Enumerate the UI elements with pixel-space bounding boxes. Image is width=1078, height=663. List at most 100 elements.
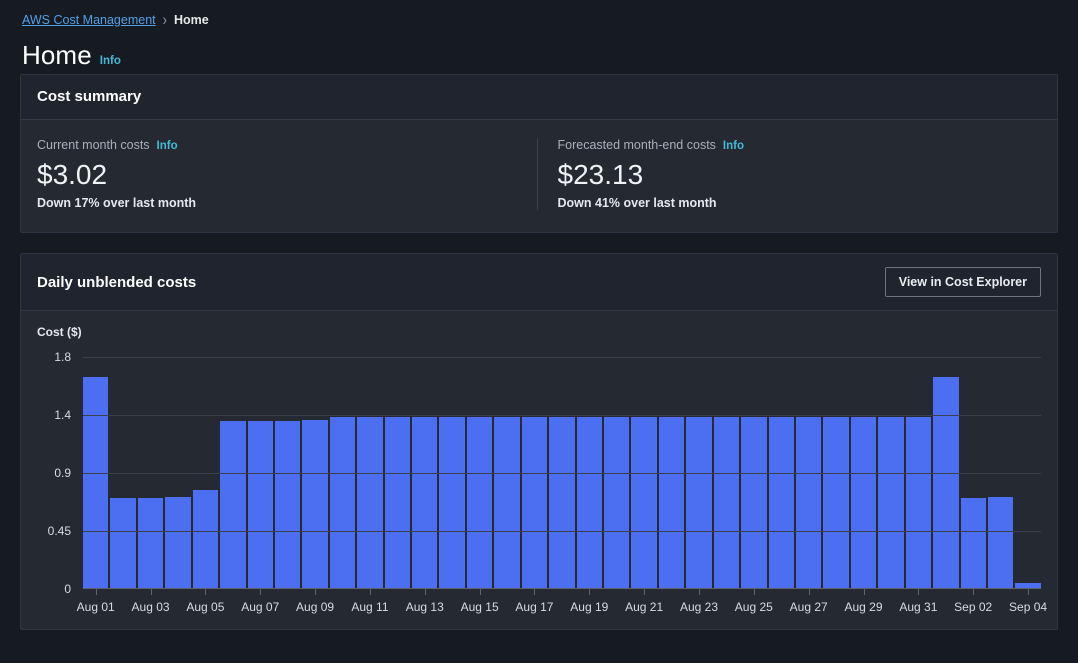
bar[interactable] bbox=[713, 416, 740, 589]
bar[interactable] bbox=[137, 497, 164, 589]
x-axis-tick-label: Aug 17 bbox=[515, 600, 554, 615]
x-axis-label-slot: Aug 25 bbox=[735, 600, 773, 616]
x-axis-tick-label: Aug 13 bbox=[405, 600, 444, 615]
y-axis-tick-label: 1.4 bbox=[54, 408, 71, 423]
bar[interactable] bbox=[631, 416, 657, 589]
x-axis-tick bbox=[522, 589, 547, 596]
bar[interactable] bbox=[302, 420, 328, 589]
bar[interactable] bbox=[384, 416, 411, 589]
x-axis-tick-label: Sep 02 bbox=[954, 600, 993, 615]
bar[interactable] bbox=[878, 416, 904, 589]
x-axis-tick bbox=[110, 589, 135, 595]
bar[interactable] bbox=[549, 416, 575, 589]
bar[interactable] bbox=[110, 497, 136, 589]
daily-unblended-costs-card: Daily unblended costs View in Cost Explo… bbox=[20, 253, 1058, 631]
x-axis-tick bbox=[604, 589, 629, 595]
x-axis-tick-label: Aug 31 bbox=[899, 600, 938, 615]
x-axis-label-slot: Aug 01 bbox=[77, 600, 115, 616]
x-axis-tick-label: Aug 27 bbox=[789, 600, 828, 615]
x-axis-label-slot: Aug 29 bbox=[844, 600, 882, 616]
x-axis-label-slot: Sep 04 bbox=[1009, 600, 1047, 616]
x-axis-tick bbox=[275, 589, 300, 595]
plot-canvas bbox=[83, 357, 1041, 590]
daily-chart-header: Daily unblended costs View in Cost Explo… bbox=[21, 254, 1057, 312]
bar[interactable] bbox=[220, 421, 246, 589]
breadcrumb-link-aws-cost-management[interactable]: AWS Cost Management bbox=[22, 13, 156, 27]
bar[interactable] bbox=[494, 416, 520, 589]
gridline bbox=[83, 531, 1041, 533]
x-axis-tick-label: Aug 01 bbox=[76, 600, 115, 615]
page-root: AWS Cost Management › Home Home Info Cos… bbox=[0, 0, 1078, 663]
bar[interactable] bbox=[83, 376, 109, 589]
bar[interactable] bbox=[165, 496, 191, 589]
bar[interactable] bbox=[357, 416, 383, 589]
x-axis-label-slot: Aug 13 bbox=[406, 600, 444, 616]
bar[interactable] bbox=[412, 416, 438, 589]
x-axis-tick bbox=[1015, 589, 1040, 596]
x-axis-tick bbox=[412, 589, 437, 596]
cost-summary-card: Cost summary Current month costs Info $3… bbox=[20, 74, 1058, 234]
x-axis-tick bbox=[906, 589, 931, 596]
x-axis-tick bbox=[714, 589, 739, 595]
bar[interactable] bbox=[960, 497, 986, 589]
x-axis-label-slot: Sep 02 bbox=[954, 600, 992, 616]
daily-chart-title: Daily unblended costs bbox=[37, 273, 197, 291]
daily-chart-body: Cost ($) 0 0.45 0.9 1.4 1.8 Aug 01 Aug 03 Aug … bbox=[21, 311, 1057, 629]
breadcrumb: AWS Cost Management › Home bbox=[0, 0, 1078, 30]
current-month-costs-info-link[interactable]: Info bbox=[157, 140, 178, 152]
bar[interactable] bbox=[741, 416, 767, 589]
forecasted-costs-info-link[interactable]: Info bbox=[723, 140, 744, 152]
x-axis-tick-label: Sep 04 bbox=[1009, 600, 1048, 615]
cost-summary-body: Current month costs Info $3.02 Down 17% … bbox=[21, 120, 1057, 232]
x-axis-tick bbox=[549, 589, 574, 595]
x-axis-label-slot: Aug 27 bbox=[790, 600, 828, 616]
x-axis-tick bbox=[823, 589, 848, 595]
bar[interactable] bbox=[521, 416, 548, 589]
x-axis-tick-label: Aug 09 bbox=[296, 600, 335, 615]
bar[interactable] bbox=[274, 421, 301, 589]
x-axis-labels: Aug 01 Aug 03 Aug 05 Aug 07 Aug 09 Aug 11 Aug … bbox=[77, 600, 1047, 616]
x-axis-tick bbox=[769, 589, 794, 595]
bar[interactable] bbox=[795, 416, 822, 589]
bar[interactable] bbox=[439, 416, 465, 589]
x-axis-tick-label: Aug 03 bbox=[131, 600, 170, 615]
chart-plot-area: 0 0.45 0.9 1.4 1.8 Aug 01 Aug 03 Aug 05 Aug 07 A… bbox=[37, 350, 1047, 619]
x-axis-label-slot: Aug 23 bbox=[680, 600, 718, 616]
bar[interactable] bbox=[247, 421, 273, 589]
forecasted-costs-value: $23.13 bbox=[557, 159, 644, 190]
x-axis-label-slot: Aug 09 bbox=[296, 600, 334, 616]
bar[interactable] bbox=[823, 416, 849, 589]
forecasted-month-end-costs-block: Forecasted month-end costs Info $23.13 D… bbox=[536, 138, 1058, 211]
bar[interactable] bbox=[658, 416, 685, 589]
view-in-cost-explorer-button[interactable]: View in Cost Explorer bbox=[884, 267, 1041, 298]
x-axis-tick bbox=[467, 589, 492, 596]
x-axis-tick-label: Aug 05 bbox=[186, 600, 225, 615]
x-axis-tick bbox=[961, 589, 986, 596]
x-axis-tick bbox=[659, 589, 684, 595]
bar[interactable] bbox=[1015, 583, 1041, 589]
bar[interactable] bbox=[604, 416, 630, 589]
x-axis-tick bbox=[83, 589, 108, 596]
bar[interactable] bbox=[987, 496, 1014, 589]
bar[interactable] bbox=[850, 416, 877, 589]
x-axis-tick bbox=[385, 589, 410, 595]
x-axis-tick bbox=[796, 589, 821, 596]
bar[interactable] bbox=[466, 416, 493, 589]
bar[interactable] bbox=[686, 416, 712, 589]
x-axis-tick-label: Aug 19 bbox=[570, 600, 609, 615]
bar[interactable] bbox=[192, 490, 219, 589]
forecasted-costs-label: Forecasted month-end costs bbox=[557, 138, 716, 152]
current-month-costs-block: Current month costs Info $3.02 Down 17% … bbox=[21, 138, 537, 210]
bar[interactable] bbox=[905, 416, 932, 589]
y-axis-tick-label: 1.8 bbox=[54, 350, 71, 365]
bar[interactable] bbox=[768, 416, 794, 589]
x-axis-label-slot: Aug 31 bbox=[899, 600, 937, 616]
x-axis-tick bbox=[494, 589, 519, 595]
page-info-link[interactable]: Info bbox=[100, 55, 121, 67]
y-axis-tick-label: 0 bbox=[64, 582, 71, 597]
bar[interactable] bbox=[576, 416, 603, 589]
bar[interactable] bbox=[933, 376, 959, 589]
x-axis-tick-label: Aug 11 bbox=[351, 600, 389, 615]
x-axis-label-slot: Aug 05 bbox=[186, 600, 224, 616]
bar[interactable] bbox=[329, 416, 356, 589]
